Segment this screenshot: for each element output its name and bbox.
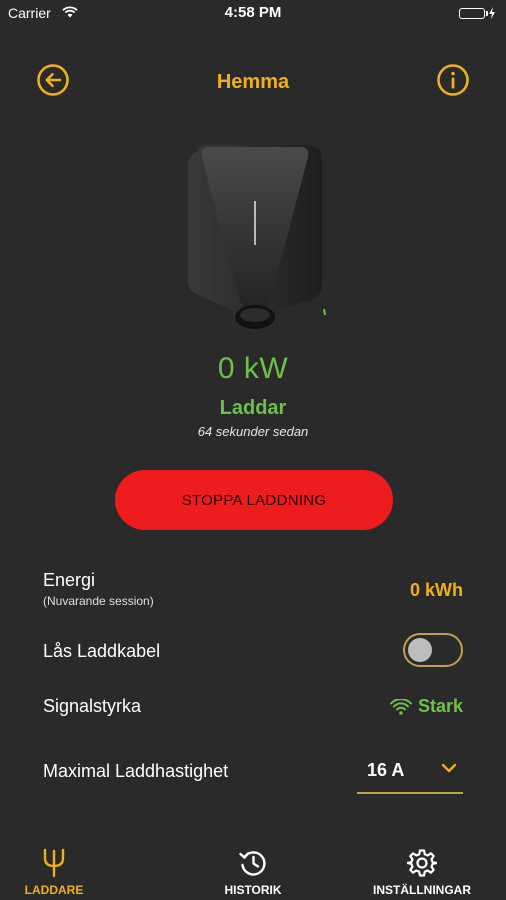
status-bar: Carrier 4:58 PM bbox=[0, 0, 506, 28]
toggle-knob bbox=[408, 638, 432, 662]
last-update-time: 64 sekunder sedan bbox=[197, 424, 309, 439]
tab-laddare[interactable]: LADDARE bbox=[0, 840, 168, 900]
tab-laddare-label: LADDARE bbox=[24, 883, 84, 897]
charging-power: 0 kW bbox=[217, 352, 289, 385]
max-charge-label: Maximal Laddhastighet bbox=[43, 761, 229, 781]
chevron-down-icon bbox=[441, 763, 457, 773]
energy-label: Energi bbox=[43, 570, 96, 590]
signal-row: Signalstyrka Stark bbox=[43, 696, 463, 720]
lock-cable-row: Lås Laddkabel bbox=[43, 633, 463, 667]
max-charge-select[interactable]: 16 A bbox=[357, 754, 463, 794]
tab-historik[interactable]: HISTORIK bbox=[169, 840, 337, 900]
charging-status: Laddar bbox=[219, 397, 287, 419]
stop-charging-button[interactable]: STOPPA LADDNING bbox=[115, 470, 393, 530]
charging-bolt-icon bbox=[489, 7, 495, 19]
energy-value: 0 kWh bbox=[409, 580, 463, 600]
clock: 4:58 PM bbox=[224, 4, 282, 21]
header: Hemma bbox=[0, 55, 506, 105]
gear-icon bbox=[407, 849, 437, 877]
lock-cable-label: Lås Laddkabel bbox=[43, 641, 161, 661]
history-clock-icon bbox=[239, 851, 266, 876]
info-circle-icon bbox=[437, 64, 469, 96]
tab-bar: LADDARE HISTORIK INSTÄLLNINGAR bbox=[0, 840, 506, 900]
tab-installningar[interactable]: INSTÄLLNINGAR bbox=[338, 840, 506, 900]
info-button[interactable] bbox=[436, 63, 470, 97]
energy-row: Energi (Nuvarande session) 0 kWh bbox=[43, 570, 463, 610]
max-charge-row: Maximal Laddhastighet 16 A bbox=[43, 760, 463, 800]
wifi-signal-icon bbox=[389, 698, 412, 715]
signal-label: Signalstyrka bbox=[43, 696, 142, 716]
tab-historik-label: HISTORIK bbox=[224, 883, 282, 897]
energy-sublabel: (Nuvarande session) bbox=[43, 594, 154, 608]
max-charge-value: 16 A bbox=[367, 760, 405, 780]
tab-installningar-label: INSTÄLLNINGAR bbox=[373, 883, 471, 897]
signal-value: Stark bbox=[389, 696, 463, 717]
battery-icon bbox=[459, 7, 496, 19]
charger-image bbox=[184, 145, 326, 335]
lock-cable-toggle[interactable] bbox=[403, 633, 463, 667]
page-title: Hemma bbox=[216, 71, 290, 93]
charger-plug-icon bbox=[43, 848, 65, 878]
signal-value-text: Stark bbox=[417, 696, 463, 716]
